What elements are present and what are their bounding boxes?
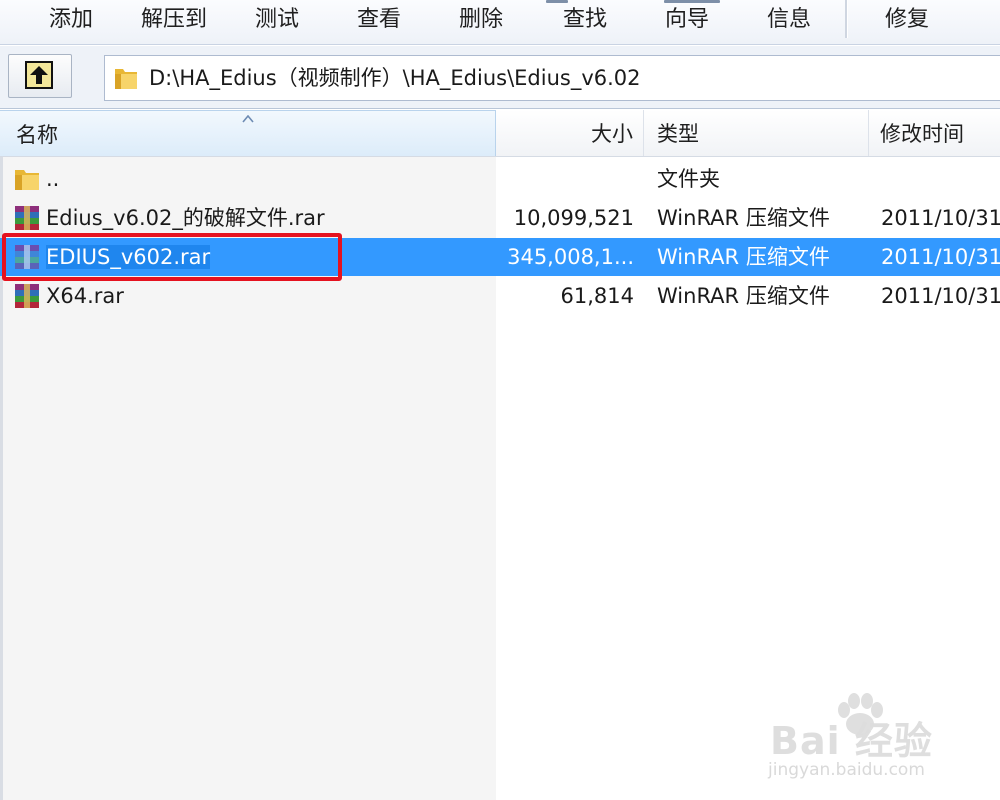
toolbar: 添加 解压到 测试 查看 删除 查找 向导 信息 修复 bbox=[0, 0, 1000, 45]
file-modified bbox=[881, 160, 1000, 198]
column-header-name[interactable]: 名称 bbox=[0, 110, 496, 156]
up-arrow-icon bbox=[25, 61, 53, 89]
column-header-modified[interactable]: 修改时间 bbox=[870, 110, 1000, 156]
file-row[interactable]: Edius_v6.02_的破解文件.rar 10,099,521 WinRAR … bbox=[0, 199, 1000, 237]
file-type: WinRAR 压缩文件 bbox=[657, 206, 830, 230]
file-type: 文件夹 bbox=[657, 167, 720, 191]
column-header-type[interactable]: 类型 bbox=[645, 110, 869, 156]
file-name-text: EDIUS_v602.rar bbox=[46, 245, 211, 269]
up-one-level-button[interactable] bbox=[8, 54, 72, 98]
file-row-selected[interactable]: EDIUS_v602.rar 345,008,1... WinRAR 压缩文件 … bbox=[0, 238, 1000, 276]
sort-ascending-icon bbox=[242, 115, 254, 123]
rar-archive-icon bbox=[15, 284, 39, 308]
file-row[interactable]: X64.rar 61,814 WinRAR 压缩文件 2011/10/31 bbox=[0, 277, 1000, 315]
info-button[interactable]: 信息 bbox=[756, 0, 822, 40]
rar-archive-icon bbox=[15, 245, 39, 269]
view-button[interactable]: 查看 bbox=[346, 0, 412, 40]
repair-button[interactable]: 修复 bbox=[874, 0, 940, 40]
extract-to-button[interactable]: 解压到 bbox=[132, 0, 216, 40]
folder-icon bbox=[115, 69, 137, 89]
file-modified: 2011/10/31 bbox=[881, 206, 1000, 230]
address-path-text: D:\HA_Edius（视频制作）\HA_Edius\Edius_v6.02 bbox=[149, 66, 641, 90]
rar-archive-icon bbox=[15, 206, 39, 230]
test-button[interactable]: 测试 bbox=[244, 0, 310, 40]
folder-icon bbox=[15, 170, 39, 190]
file-size: 345,008,1... bbox=[507, 245, 634, 269]
column-header: 名称 大小 类型 修改时间 bbox=[0, 110, 1000, 157]
toolbar-separator bbox=[845, 0, 848, 38]
column-header-name-label: 名称 bbox=[16, 123, 58, 147]
address-field[interactable]: D:\HA_Edius（视频制作）\HA_Edius\Edius_v6.02 bbox=[104, 55, 1000, 101]
baidu-jingyan-watermark: Bai 经验 jingyan.baidu.com bbox=[760, 690, 950, 790]
file-modified: 2011/10/31 bbox=[881, 245, 1000, 269]
file-name: EDIUS_v602.rar bbox=[46, 238, 486, 276]
file-row-parent[interactable]: .. 文件夹 bbox=[0, 160, 1000, 198]
watermark-brand: Bai 经验 bbox=[770, 719, 933, 763]
add-button[interactable]: 添加 bbox=[38, 0, 104, 40]
file-size: 10,099,521 bbox=[513, 206, 634, 230]
column-header-size[interactable]: 大小 bbox=[496, 110, 644, 156]
watermark-url: jingyan.baidu.com bbox=[768, 760, 925, 780]
file-name: X64.rar bbox=[46, 284, 124, 308]
file-name: Edius_v6.02_的破解文件.rar bbox=[46, 206, 325, 230]
address-bar-row: D:\HA_Edius（视频制作）\HA_Edius\Edius_v6.02 bbox=[0, 46, 1000, 109]
delete-button[interactable]: 删除 bbox=[448, 0, 514, 40]
file-name: .. bbox=[46, 167, 60, 191]
file-size bbox=[496, 160, 634, 198]
file-type: WinRAR 压缩文件 bbox=[657, 284, 830, 308]
find-button[interactable]: 查找 bbox=[552, 0, 618, 40]
file-type: WinRAR 压缩文件 bbox=[657, 245, 830, 269]
file-size: 61,814 bbox=[560, 284, 634, 308]
file-modified: 2011/10/31 bbox=[881, 284, 1000, 308]
wizard-button[interactable]: 向导 bbox=[654, 0, 720, 40]
